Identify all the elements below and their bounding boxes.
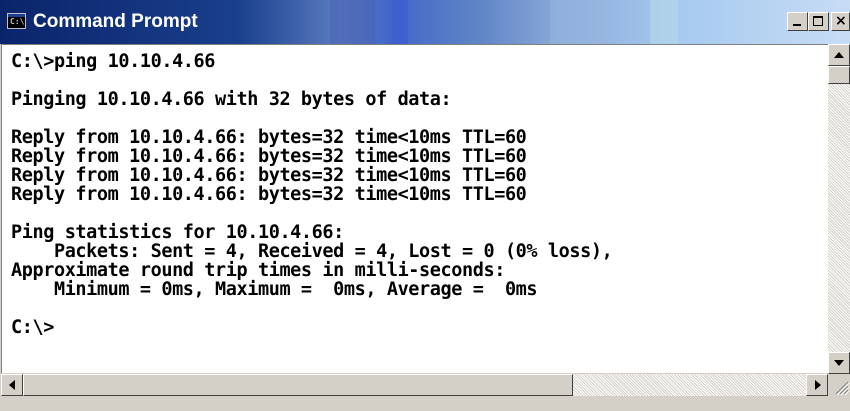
arrow-down-icon <box>834 360 844 366</box>
arrow-left-icon <box>9 380 15 390</box>
window-title: Command Prompt <box>33 11 198 32</box>
window-bottom-border <box>0 396 850 411</box>
title-bar-band <box>550 0 610 44</box>
maximize-icon <box>813 16 823 26</box>
close-button[interactable]: × <box>831 12 850 31</box>
scroll-left-button[interactable] <box>1 374 23 396</box>
console-output-area[interactable]: C:\>ping 10.10.4.66 Pinging 10.10.4.66 w… <box>1 44 828 373</box>
resize-grip[interactable] <box>828 374 850 396</box>
scroll-right-button[interactable] <box>806 374 828 396</box>
title-bar-band <box>392 0 408 44</box>
arrow-up-icon <box>834 52 844 58</box>
vertical-scrollbar[interactable] <box>828 44 850 374</box>
resize-grip-icon <box>835 381 850 396</box>
title-bar-band <box>330 0 375 44</box>
title-bar[interactable]: C:\ Command Prompt × <box>0 0 850 44</box>
scroll-down-button[interactable] <box>828 352 850 374</box>
minimize-button[interactable] <box>787 12 808 31</box>
maximize-button[interactable] <box>808 12 829 31</box>
title-bar-band <box>650 0 678 44</box>
horizontal-scroll-thumb[interactable] <box>23 374 573 396</box>
console-app-icon-label: C:\ <box>10 17 25 26</box>
close-icon: × <box>835 13 847 29</box>
horizontal-scrollbar[interactable] <box>1 374 828 396</box>
console-app-icon[interactable]: C:\ <box>7 13 26 29</box>
command-prompt-window: C:\ Command Prompt × C:\>ping 10.10.4.66… <box>0 0 850 411</box>
console-text: C:\>ping 10.10.4.66 Pinging 10.10.4.66 w… <box>11 51 613 338</box>
minimize-icon <box>793 24 801 26</box>
scroll-up-button[interactable] <box>828 44 850 66</box>
arrow-right-icon <box>815 380 821 390</box>
vertical-scroll-thumb[interactable] <box>828 66 850 84</box>
